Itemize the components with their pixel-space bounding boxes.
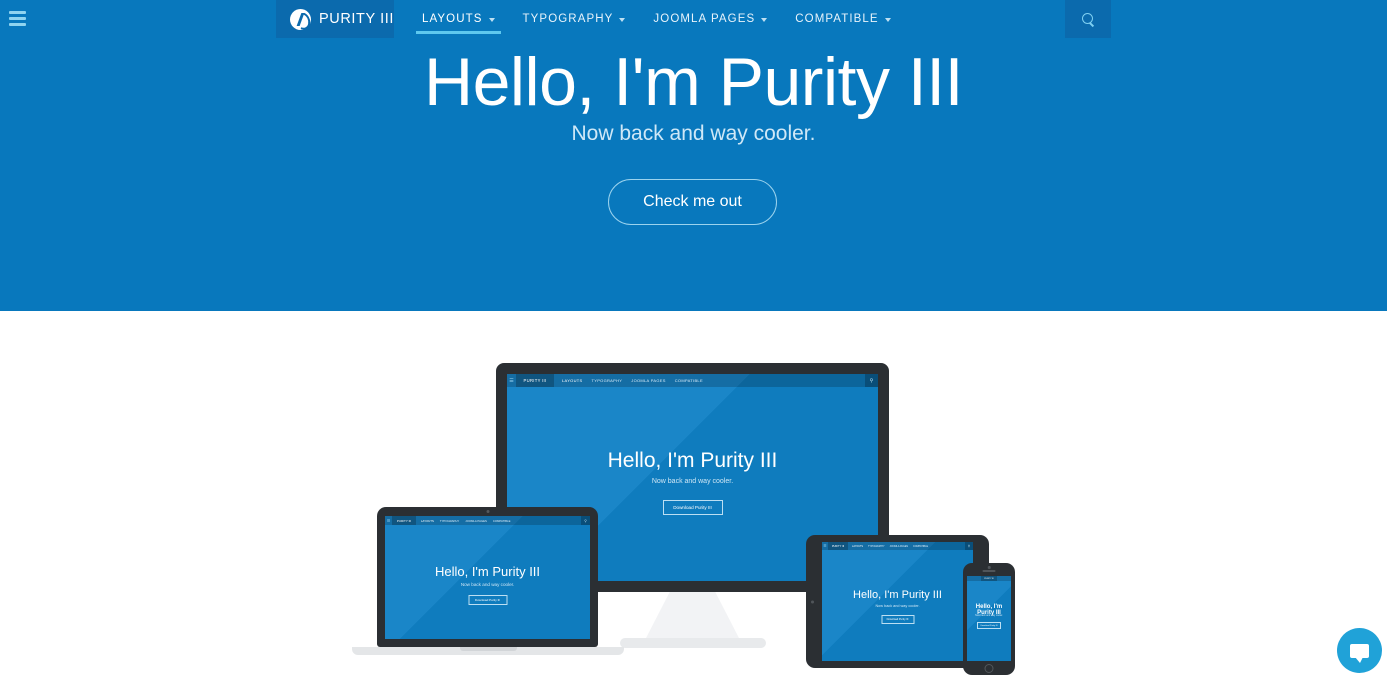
hamburger-icon: ☰ [386,518,391,523]
top-navigation: PURITY III LAYOUTS TYPOGRAPHY JOOMLA PAG… [0,0,1387,38]
search-icon: ⚲ [865,374,878,387]
monitor-mini-menu: LAYOUTS TYPOGRAPHY JOOMLA PAGES COMPATIB… [562,378,703,383]
laptop-mini-subtitle: Now back and way cooler. [460,582,515,587]
laptop-mini-menu: LAYOUTS TYPOGRAPHY JOOMLA PAGES COMPATIB… [421,519,510,523]
phone-mini-nav: PURITY III [967,576,1011,581]
monitor-mini-title: Hello, I'm Purity III [607,449,778,472]
tablet-camera-icon [811,600,814,603]
hamburger-bar [9,11,26,14]
menu-item-joomla-pages[interactable]: JOOMLA PAGES [639,0,781,38]
menu-item-typography[interactable]: TYPOGRAPHY [509,0,640,38]
tablet-mini-nav: ☰ PURITY III LAYOUTS TYPOGRAPHY JOOMLA P… [822,542,973,550]
monitor-mini-item: TYPOGRAPHY [591,378,623,383]
laptop-mini-item: JOOMLA PAGES [465,518,487,523]
tablet-screen: ☰ PURITY III LAYOUTS TYPOGRAPHY JOOMLA P… [822,542,973,661]
tablet-mini-item: COMPATIBLE [913,544,929,548]
menu-item-layouts[interactable]: LAYOUTS [408,0,509,38]
phone-mini-brand: PURITY III [981,576,997,581]
laptop-mini-item: TYPOGRAPHY [439,518,460,523]
purity-logo-icon [290,8,311,30]
menu-item-label: COMPATIBLE [795,13,879,25]
chevron-down-icon [761,18,768,22]
hamburger-icon[interactable] [9,11,26,26]
hero-subtitle: Now back and way cooler. [571,122,816,145]
phone-home-button-icon [984,664,994,673]
laptop-base-notch [460,647,517,651]
monitor-mini-item: LAYOUTS [562,378,583,383]
phone-mini-subtitle: Now back and way cooler. [975,614,1003,617]
phone-speaker-icon [982,570,996,572]
laptop-screen: ☰ PURITY III LAYOUTS TYPOGRAPHY JOOMLA P… [385,516,590,639]
hero-title: Hello, I'm Purity III [423,44,964,120]
brand-logo[interactable]: PURITY III [276,0,394,38]
chevron-down-icon [488,18,495,22]
monitor-mini-subtitle: Now back and way cooler. [651,478,734,485]
hamburger-bar [9,23,26,26]
monitor-mini-button: Download Purity III [662,500,723,515]
tablet-mockup: ☰ PURITY III LAYOUTS TYPOGRAPHY JOOMLA P… [806,535,989,668]
tablet-mini-item: LAYOUTS [852,544,863,548]
check-me-out-button[interactable]: Check me out [608,179,777,225]
laptop-mini-title: Hello, I'm Purity III [434,564,541,579]
search-button[interactable] [1065,0,1111,38]
tablet-mini-item: TYPOGRAPHY [867,544,885,548]
laptop-mini-item: LAYOUTS [421,518,434,523]
laptop-camera-icon [486,510,489,513]
laptop-mockup: ☰ PURITY III LAYOUTS TYPOGRAPHY JOOMLA P… [377,507,598,647]
laptop-mini-brand: PURITY III [392,516,416,525]
device-showcase: ☰ PURITY III LAYOUTS TYPOGRAPHY JOOMLA P… [0,311,1387,686]
tablet-mini-subtitle: Now back and way cooler. [875,604,920,608]
monitor-stand-base [620,638,766,648]
chevron-down-icon [619,18,626,22]
search-icon [1081,12,1095,26]
menu-item-label: JOOMLA PAGES [653,13,756,25]
laptop-mini-nav: ☰ PURITY III LAYOUTS TYPOGRAPHY JOOMLA P… [385,516,590,525]
laptop-mini-item: COMPATIBLE [492,518,511,523]
phone-mockup: PURITY III Hello, I'm Purity III Now bac… [963,563,1015,675]
menu-item-compatible[interactable]: COMPATIBLE [781,0,904,38]
monitor-stand-neck [645,592,740,640]
tablet-mini-brand: PURITY III [828,542,848,550]
menu-item-label: LAYOUTS [422,13,483,25]
monitor-mini-item: COMPATIBLE [674,378,703,383]
phone-screen: PURITY III Hello, I'm Purity III Now bac… [967,576,1011,661]
hamburger-icon: ☰ [509,377,514,384]
brand-label: PURITY III [319,11,395,27]
chat-bubble-icon [1350,643,1369,663]
chat-widget-button[interactable] [1337,628,1382,673]
main-menu: LAYOUTS TYPOGRAPHY JOOMLA PAGES COMPATIB… [408,0,905,38]
phone-mini-button: Download Purity III [977,622,1001,629]
menu-item-label: TYPOGRAPHY [522,13,614,25]
tablet-mini-button: Download Purity III [881,615,914,624]
search-icon: ⚲ [581,516,590,525]
page-root: PURITY III LAYOUTS TYPOGRAPHY JOOMLA PAG… [0,0,1387,686]
hamburger-bar [9,17,26,20]
monitor-mini-item: JOOMLA PAGES [631,378,666,383]
chevron-down-icon [884,18,891,22]
search-icon: ⚲ [965,542,973,550]
tablet-mini-menu: LAYOUTS TYPOGRAPHY JOOMLA PAGES COMPATIB… [852,545,928,548]
monitor-mini-nav: ☰ PURITY III LAYOUTS TYPOGRAPHY JOOMLA P… [507,374,878,387]
monitor-mini-brand: PURITY III [516,374,554,387]
tablet-mini-title: Hello, I'm Purity III [853,589,942,601]
phone-camera-icon [987,566,991,569]
tablet-mini-item: JOOMLA PAGES [889,544,909,548]
laptop-mini-button: Download Purity III [468,595,507,605]
